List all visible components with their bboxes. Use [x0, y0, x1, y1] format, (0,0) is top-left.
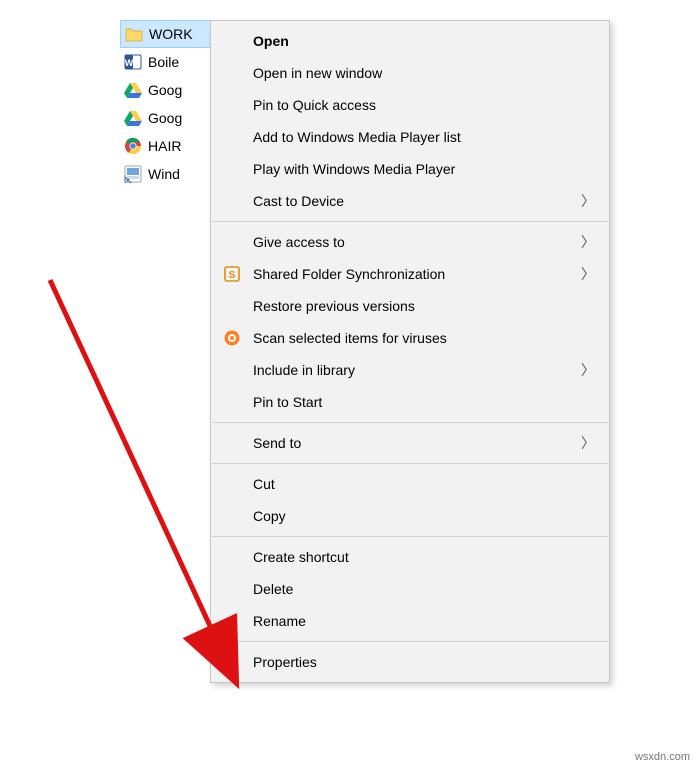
menu-scan-viruses[interactable]: Scan selected items for viruses — [211, 322, 609, 354]
menu-separator — [212, 221, 608, 222]
blank-icon — [221, 505, 243, 527]
blank-icon — [221, 126, 243, 148]
blank-icon — [221, 432, 243, 454]
blank-icon — [221, 391, 243, 413]
menu-label: Send to — [253, 435, 581, 451]
menu-cast-to-device[interactable]: Cast to Device 〉 — [211, 185, 609, 217]
chevron-right-icon: 〉 — [581, 191, 595, 211]
menu-properties[interactable]: Properties — [211, 646, 609, 678]
blank-icon — [221, 546, 243, 568]
menu-label: Cut — [253, 476, 595, 492]
menu-separator — [212, 536, 608, 537]
menu-pin-quick-access[interactable]: Pin to Quick access — [211, 89, 609, 121]
menu-label: Shared Folder Synchronization — [253, 266, 581, 282]
chevron-right-icon: 〉 — [581, 360, 595, 380]
file-label: Goog — [148, 110, 182, 126]
menu-label: Properties — [253, 654, 595, 670]
blank-icon — [221, 231, 243, 253]
menu-wmp-play[interactable]: Play with Windows Media Player — [211, 153, 609, 185]
blank-icon — [221, 578, 243, 600]
menu-label: Open — [253, 33, 595, 49]
menu-copy[interactable]: Copy — [211, 500, 609, 532]
menu-give-access-to[interactable]: Give access to 〉 — [211, 226, 609, 258]
blank-icon — [221, 295, 243, 317]
blank-icon — [221, 651, 243, 673]
word-icon: W — [124, 53, 142, 71]
watermark: wsxdn.com — [635, 751, 690, 763]
file-label: Goog — [148, 82, 182, 98]
file-label: Boile — [148, 54, 179, 70]
svg-text:W: W — [125, 58, 134, 68]
sync-icon: S — [221, 263, 243, 285]
drive-icon — [124, 109, 142, 127]
menu-label: Cast to Device — [253, 193, 581, 209]
blank-icon — [221, 62, 243, 84]
chevron-right-icon: 〉 — [581, 433, 595, 453]
menu-label: Delete — [253, 581, 595, 597]
menu-include-library[interactable]: Include in library 〉 — [211, 354, 609, 386]
blank-icon — [221, 94, 243, 116]
menu-label: Add to Windows Media Player list — [253, 129, 595, 145]
menu-restore-previous[interactable]: Restore previous versions — [211, 290, 609, 322]
menu-wmp-add[interactable]: Add to Windows Media Player list — [211, 121, 609, 153]
menu-label: Scan selected items for viruses — [253, 330, 595, 346]
folder-icon — [125, 25, 143, 43]
blank-icon — [221, 190, 243, 212]
menu-open-new-window[interactable]: Open in new window — [211, 57, 609, 89]
menu-send-to[interactable]: Send to 〉 — [211, 427, 609, 459]
menu-separator — [212, 422, 608, 423]
menu-rename[interactable]: Rename — [211, 605, 609, 637]
menu-label: Create shortcut — [253, 549, 595, 565]
file-label: HAIR — [148, 138, 181, 154]
chevron-right-icon: 〉 — [581, 264, 595, 284]
menu-create-shortcut[interactable]: Create shortcut — [211, 541, 609, 573]
blank-icon — [221, 158, 243, 180]
menu-pin-start[interactable]: Pin to Start — [211, 386, 609, 418]
menu-shared-folder-sync[interactable]: S Shared Folder Synchronization 〉 — [211, 258, 609, 290]
antivirus-icon — [221, 327, 243, 349]
drive-icon — [124, 81, 142, 99]
menu-label: Restore previous versions — [253, 298, 595, 314]
file-label: Wind — [148, 166, 180, 182]
chevron-right-icon: 〉 — [581, 232, 595, 252]
blank-icon — [221, 359, 243, 381]
menu-open[interactable]: Open — [211, 25, 609, 57]
menu-label: Open in new window — [253, 65, 595, 81]
menu-label: Pin to Quick access — [253, 97, 595, 113]
menu-label: Pin to Start — [253, 394, 595, 410]
menu-delete[interactable]: Delete — [211, 573, 609, 605]
menu-separator — [212, 641, 608, 642]
menu-cut[interactable]: Cut — [211, 468, 609, 500]
blank-icon — [221, 30, 243, 52]
blank-icon — [221, 610, 243, 632]
menu-label: Include in library — [253, 362, 581, 378]
blank-icon — [221, 473, 243, 495]
svg-text:S: S — [229, 270, 236, 281]
menu-label: Play with Windows Media Player — [253, 161, 595, 177]
chrome-icon — [124, 137, 142, 155]
file-label: WORK — [149, 26, 193, 42]
menu-label: Give access to — [253, 234, 581, 250]
shortcut-icon — [124, 165, 142, 183]
menu-label: Rename — [253, 613, 595, 629]
context-menu: Open Open in new window Pin to Quick acc… — [210, 20, 610, 683]
menu-label: Copy — [253, 508, 595, 524]
menu-separator — [212, 463, 608, 464]
